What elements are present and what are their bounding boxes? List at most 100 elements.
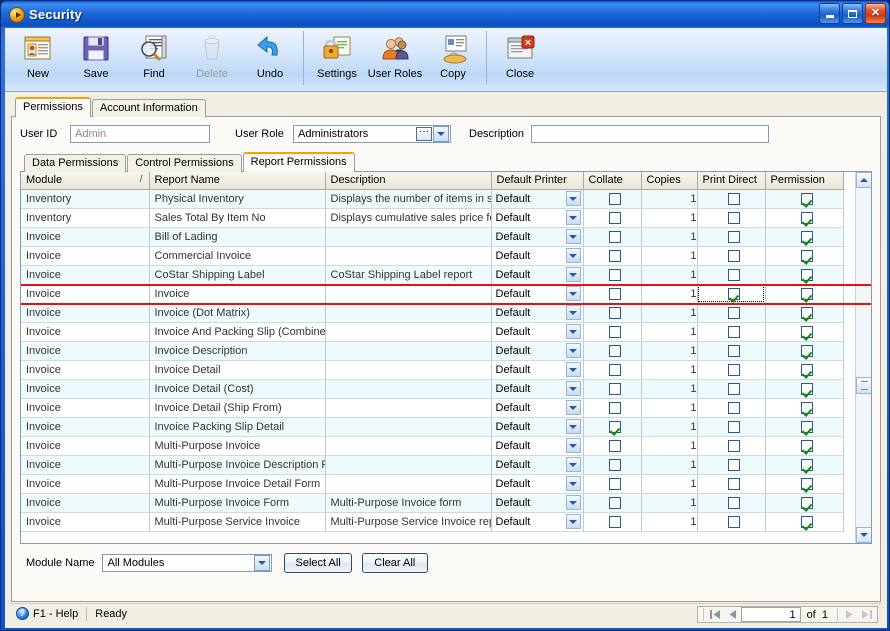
cell-default-printer[interactable]: Default [491,417,584,437]
printer-dropdown-button[interactable] [565,210,581,225]
checkbox-icon[interactable] [800,420,813,433]
checkbox-icon[interactable] [608,268,621,281]
toolbar-close-button[interactable]: × Close [491,28,549,90]
maximize-button[interactable] [842,3,863,24]
table-row[interactable]: Inventory Sales Total By Item No Displays … [21,208,844,228]
checkbox-icon[interactable] [727,477,740,490]
cell-copies[interactable]: 1 [641,493,698,513]
cell-report-name[interactable]: Invoice Detail [149,360,326,380]
checkbox-icon[interactable] [727,344,740,357]
cell-description[interactable]: Multi-Purpose Service Invoice rep [325,512,492,532]
grid-column-header[interactable]: Module / [21,172,150,190]
checkbox-icon[interactable] [800,325,813,338]
toolbar-settings-button[interactable]: Settings [308,28,366,90]
table-row[interactable]: Invoice Multi-Purpose Service Invoice Mult… [21,512,844,532]
cell-module[interactable]: Invoice [21,341,150,361]
cell-print-direct[interactable] [697,265,766,285]
current-page-input[interactable]: 1 [740,607,801,622]
cell-description[interactable] [325,474,492,494]
cell-report-name[interactable]: Invoice Description [149,341,326,361]
cell-module[interactable]: Invoice [21,246,150,266]
table-row[interactable]: Invoice Multi-Purpose Invoice Form Multi-P… [21,493,844,513]
cell-copies[interactable]: 1 [641,303,698,323]
printer-dropdown-button[interactable] [565,191,581,206]
table-row[interactable]: Invoice CoStar Shipping Label CoStar Shipp… [21,265,844,285]
cell-collate[interactable] [583,284,642,304]
checkbox-icon[interactable] [800,515,813,528]
checkbox-icon[interactable] [727,401,740,414]
cell-default-printer[interactable]: Default [491,208,584,228]
printer-dropdown-button[interactable] [565,324,581,339]
printer-dropdown-button[interactable] [565,514,581,529]
cell-module[interactable]: Invoice [21,265,150,285]
checkbox-icon[interactable] [608,325,621,338]
cell-copies[interactable]: 1 [641,246,698,266]
cell-report-name[interactable]: Invoice Detail (Ship From) [149,398,326,418]
printer-dropdown-button[interactable] [565,343,581,358]
cell-report-name[interactable]: Invoice Detail (Cost) [149,379,326,399]
clear-all-button[interactable]: Clear All [361,553,428,573]
cell-default-printer[interactable]: Default [491,322,584,342]
checkbox-icon[interactable] [608,363,621,376]
cell-report-name[interactable]: Sales Total By Item No [149,208,326,228]
table-row[interactable]: Invoice Bill of Lading Default 1 [21,227,844,247]
cell-collate[interactable] [583,322,642,342]
cell-copies[interactable]: 1 [641,455,698,475]
checkbox-icon[interactable] [608,458,621,471]
table-row[interactable]: Invoice Invoice Description Default 1 [21,341,844,361]
toolbar-user-roles-button[interactable]: User Roles [366,28,424,90]
cell-module[interactable]: Invoice [21,455,150,475]
cell-report-name[interactable]: Multi-Purpose Invoice Detail Form [149,474,326,494]
cell-collate[interactable] [583,227,642,247]
cell-collate[interactable] [583,360,642,380]
checkbox-icon[interactable] [608,477,621,490]
cell-report-name[interactable]: Multi-Purpose Service Invoice [149,512,326,532]
checkbox-icon[interactable] [608,420,621,433]
cell-description[interactable] [325,322,492,342]
scroll-up-button[interactable] [856,172,871,188]
checkbox-icon[interactable] [727,363,740,376]
cell-copies[interactable]: 1 [641,512,698,532]
cell-permission[interactable] [765,436,844,456]
cell-permission[interactable] [765,360,844,380]
checkbox-icon[interactable] [800,287,813,300]
cell-print-direct[interactable] [697,360,766,380]
printer-dropdown-button[interactable] [565,362,581,377]
cell-permission[interactable] [765,227,844,247]
printer-dropdown-button[interactable] [565,305,581,320]
cell-print-direct[interactable] [697,303,766,323]
cell-default-printer[interactable]: Default [491,474,584,494]
cell-description[interactable]: Displays cumulative sales price fo [325,208,492,228]
grid-column-header[interactable]: Print Direct [697,172,766,190]
printer-dropdown-button[interactable] [565,419,581,434]
printer-dropdown-button[interactable] [565,438,581,453]
cell-permission[interactable] [765,189,844,209]
cell-description[interactable] [325,360,492,380]
grid-column-header[interactable]: Default Printer [491,172,584,190]
cell-description[interactable] [325,379,492,399]
checkbox-icon[interactable] [608,249,621,262]
subtab-data-permissions[interactable]: Data Permissions [24,154,127,172]
cell-permission[interactable] [765,208,844,228]
printer-dropdown-button[interactable] [565,457,581,472]
cell-description[interactable]: Displays the number of items in st [325,189,492,209]
cell-default-printer[interactable]: Default [491,398,584,418]
checkbox-icon[interactable] [608,439,621,452]
checkbox-icon[interactable] [608,230,621,243]
checkbox-icon[interactable] [727,249,740,262]
grid-vertical-scrollbar[interactable] [855,172,871,543]
cell-report-name[interactable]: Commercial Invoice [149,246,326,266]
cell-collate[interactable] [583,455,642,475]
close-window-button[interactable]: ✕ [865,3,886,24]
checkbox-icon[interactable] [727,382,740,395]
cell-copies[interactable]: 1 [641,436,698,456]
toolbar-undo-button[interactable]: Undo [241,28,299,90]
cell-print-direct[interactable] [697,398,766,418]
cell-copies[interactable]: 1 [641,227,698,247]
cell-permission[interactable] [765,303,844,323]
cell-print-direct[interactable] [697,284,766,304]
checkbox-icon[interactable] [800,306,813,319]
table-row[interactable]: Invoice Multi-Purpose Invoice Description… [21,455,844,475]
cell-print-direct[interactable] [697,379,766,399]
cell-module[interactable]: Invoice [21,398,150,418]
